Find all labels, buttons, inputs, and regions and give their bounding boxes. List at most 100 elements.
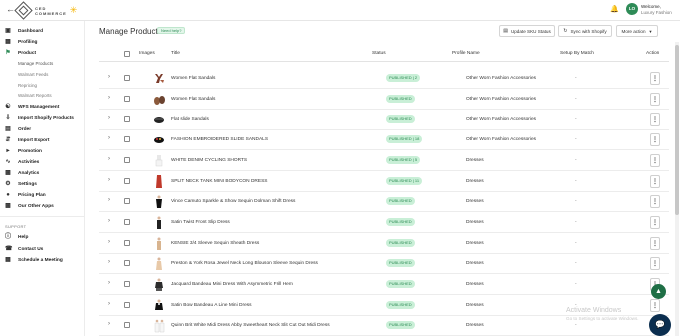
avatar[interactable]: LO — [626, 3, 638, 15]
product-title[interactable]: Satin Bow Bandeau A Line Mini Dress — [171, 303, 252, 308]
expand-chevron-icon[interactable]: › — [108, 280, 110, 286]
table-row[interactable]: › Preston & York Rosa Jewel Neck Long Bl… — [99, 254, 669, 274]
scrollbar-thumb[interactable] — [675, 45, 679, 215]
product-title[interactable]: Vince Camuto Sparkle & Show Sequin Dolma… — [171, 199, 295, 204]
column-status[interactable]: Status — [372, 51, 386, 56]
product-title[interactable]: Quinn Brit White Midi Dress Abby Sweethe… — [171, 323, 330, 328]
row-action-button[interactable]: ⋮ — [650, 216, 660, 229]
expand-chevron-icon[interactable]: › — [108, 74, 110, 80]
status-badge: PUBLISHED | 5 — [386, 156, 421, 164]
row-action-button[interactable]: ⋮ — [650, 175, 660, 188]
table-row[interactable]: › WHITE DENIM CYCLING SHORTS PUBLISHED |… — [99, 151, 669, 171]
sidebar-item-promotion[interactable]: ▸ Promotion — [5, 148, 42, 154]
row-checkbox[interactable] — [124, 219, 130, 225]
vertical-scrollbar[interactable] — [675, 42, 679, 336]
more-action-button[interactable]: More action ▼ — [616, 25, 658, 37]
sidebar-item-settings[interactable]: ⚙ Settings — [5, 181, 37, 187]
table-row[interactable]: › FASHION EMBROIDERED SLIDE SANDALS PUBL… — [99, 130, 669, 150]
expand-chevron-icon[interactable]: › — [108, 95, 110, 101]
row-checkbox[interactable] — [124, 136, 130, 142]
select-all-checkbox[interactable] — [124, 51, 130, 57]
row-checkbox[interactable] — [124, 157, 130, 163]
expand-chevron-icon[interactable]: › — [108, 197, 110, 203]
table-row[interactable]: › KENSIE 3/4 Sleeve Sequin Sheath Dress … — [99, 234, 669, 254]
sidebar-sub-walmart-feeds[interactable]: Walmart Feeds — [18, 72, 48, 77]
expand-chevron-icon[interactable]: › — [108, 239, 110, 245]
sync-with-shopify-button[interactable]: ↻ Sync with Shopify — [558, 25, 612, 37]
row-checkbox[interactable] — [124, 75, 130, 81]
need-help-badge[interactable]: Need help? — [157, 27, 186, 34]
expand-chevron-icon[interactable]: › — [108, 156, 110, 162]
chat-icon[interactable]: 💬 — [649, 314, 671, 336]
row-action-button[interactable]: ⋮ — [650, 299, 660, 312]
sidebar-item-wfs-management[interactable]: ☯ WFS Management — [5, 104, 59, 110]
product-title[interactable]: Flat slide Sandals — [171, 117, 209, 122]
row-checkbox[interactable] — [124, 260, 130, 266]
profile-name: Dresses — [466, 241, 484, 246]
product-title[interactable]: Jacquard Bandeau Mini Dress With Asymmet… — [171, 282, 293, 287]
row-action-button[interactable]: ⋮ — [650, 195, 660, 208]
sidebar-item-profiling[interactable]: ▦ Profiling — [5, 39, 37, 45]
row-checkbox[interactable] — [124, 178, 130, 184]
expand-chevron-icon[interactable]: › — [108, 135, 110, 141]
expand-chevron-icon[interactable]: › — [108, 301, 110, 307]
bell-icon[interactable]: 🔔 — [610, 5, 619, 13]
row-checkbox[interactable] — [124, 240, 130, 246]
sidebar-sub-manage-products[interactable]: Manage Products — [18, 61, 53, 66]
sidebar-item-pricing-plan[interactable]: ● Pricing Plan — [5, 192, 46, 198]
table-row[interactable]: › Flat slide Sandals PUBLISHED Other Wor… — [99, 110, 669, 130]
table-row[interactable]: › Women Flat Sandals PUBLISHED Other Wor… — [99, 90, 669, 110]
row-action-button[interactable]: ⋮ — [650, 113, 660, 126]
product-title[interactable]: Satin Twist Front Slip Dress — [171, 220, 230, 225]
sidebar-sub-walmart-reports[interactable]: Walmart Reports — [18, 93, 52, 98]
product-title[interactable]: Women Flat Sandals — [171, 76, 215, 81]
sidebar-item-import-shopify[interactable]: ⇩ Import Shopify Products — [5, 115, 73, 121]
row-checkbox[interactable] — [124, 322, 130, 328]
expand-chevron-icon[interactable]: › — [108, 321, 110, 327]
sidebar-item-product[interactable]: ⚑ Product — [5, 50, 36, 56]
sidebar-item-other-apps[interactable]: ▩ Our Other Apps — [5, 203, 54, 209]
product-title[interactable]: Preston & York Rosa Jewel Neck Long Blou… — [171, 261, 318, 266]
sidebar-item-import-export[interactable]: ⇵ Import Export — [5, 137, 49, 143]
row-action-button[interactable]: ⋮ — [650, 257, 660, 270]
row-action-button[interactable]: ⋮ — [650, 154, 660, 167]
row-checkbox[interactable] — [124, 96, 130, 102]
row-checkbox[interactable] — [124, 116, 130, 122]
expand-chevron-icon[interactable]: › — [108, 218, 110, 224]
row-checkbox[interactable] — [124, 198, 130, 204]
product-title[interactable]: KENSIE 3/4 Sleeve Sequin Sheath Dress — [171, 241, 259, 246]
sidebar-item-activities[interactable]: ∿ Activities — [5, 159, 39, 165]
sidebar-item-schedule-meeting[interactable]: ▦ Schedule a Meeting — [5, 257, 63, 263]
row-checkbox[interactable] — [124, 302, 130, 308]
sidebar-sub-repricing[interactable]: Repricing — [18, 83, 37, 88]
table-row[interactable]: › Jacquard Bandeau Mini Dress With Asymm… — [99, 275, 669, 295]
row-checkbox[interactable] — [124, 281, 130, 287]
row-action-button[interactable]: ⋮ — [650, 133, 660, 146]
expand-chevron-icon[interactable]: › — [108, 259, 110, 265]
table-row[interactable]: › Satin Twist Front Slip Dress PUBLISHED… — [99, 213, 669, 233]
row-action-button[interactable]: ⋮ — [650, 72, 660, 85]
expand-chevron-icon[interactable]: › — [108, 115, 110, 121]
sidebar-item-order[interactable]: ▤ Order — [5, 126, 31, 132]
table-row[interactable]: › Women Flat Sandals PUBLISHED | 2 Other… — [99, 69, 669, 89]
product-title[interactable]: WHITE DENIM CYCLING SHORTS — [171, 158, 247, 163]
welcome-block[interactable]: Welcome, Luxury Fashion — [641, 4, 672, 16]
profile-name: Dresses — [466, 261, 484, 266]
table-row[interactable]: › Vince Camuto Sparkle & Show Sequin Dol… — [99, 192, 669, 212]
sidebar-item-analytics[interactable]: ▩ Analytics — [5, 170, 39, 176]
product-title[interactable]: FASHION EMBROIDERED SLIDE SANDALS — [171, 137, 268, 142]
table-row[interactable]: › SPLIT NECK TANK MINI BODYCON DRESS PUB… — [99, 172, 669, 192]
product-title[interactable]: SPLIT NECK TANK MINI BODYCON DRESS — [171, 179, 268, 184]
back-arrow-icon[interactable]: ← — [6, 4, 15, 14]
scroll-to-top-icon[interactable]: ▲ — [651, 284, 666, 299]
row-action-button[interactable]: ⋮ — [650, 237, 660, 250]
update-sku-status-button[interactable]: ▤ Update SKU Status — [499, 25, 555, 37]
row-action-button[interactable]: ⋮ — [650, 93, 660, 106]
product-title[interactable]: Women Flat Sandals — [171, 97, 215, 102]
sidebar-item-help[interactable]: ⓘ Help — [5, 234, 28, 240]
expand-chevron-icon[interactable]: › — [108, 177, 110, 183]
column-profile-name[interactable]: Profile Name — [452, 51, 480, 56]
column-title[interactable]: Title — [171, 51, 180, 56]
sidebar-item-dashboard[interactable]: ▣ Dashboard — [5, 28, 43, 34]
sidebar-item-contact-us[interactable]: ☎ Contact Us — [5, 246, 43, 252]
